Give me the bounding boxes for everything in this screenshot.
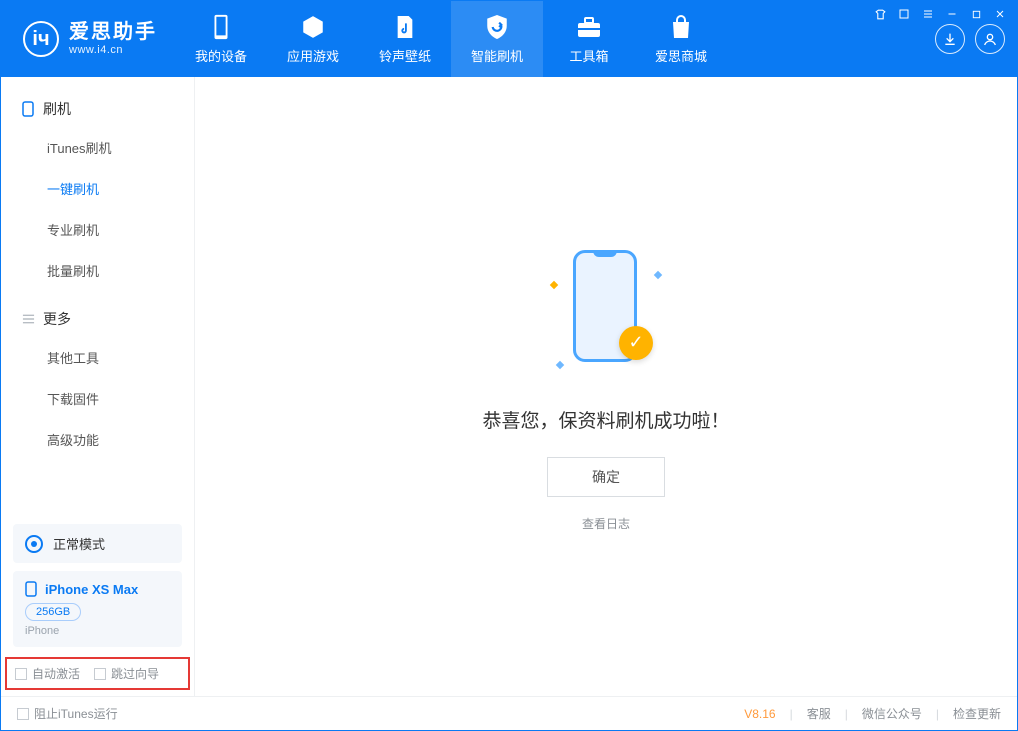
version-label: V8.16 — [744, 707, 775, 721]
footer-link-support[interactable]: 客服 — [807, 705, 831, 722]
ok-button[interactable]: 确定 — [547, 457, 665, 497]
sidebar-item-batch-flash[interactable]: 批量刷机 — [47, 250, 194, 291]
nav-label: 铃声壁纸 — [379, 46, 431, 65]
cube-icon — [300, 14, 326, 40]
nav-store[interactable]: 爱思商城 — [635, 1, 727, 77]
device-type: iPhone — [25, 625, 170, 637]
nav-label: 工具箱 — [569, 46, 608, 65]
device-card[interactable]: iPhone XS Max 256GB iPhone — [13, 571, 182, 647]
body: 刷机 iTunes刷机 一键刷机 专业刷机 批量刷机 更多 其他工具 下载固件 … — [1, 77, 1017, 696]
phone-outline-icon — [25, 581, 37, 597]
device-name: iPhone XS Max — [45, 582, 138, 597]
sidebar-item-pro-flash[interactable]: 专业刷机 — [47, 209, 194, 250]
header-bar: iч 爱思助手 www.i4.cn 我的设备 应用游戏 铃声壁纸 智能刷机 — [1, 1, 1017, 77]
nav-label: 爱思商城 — [655, 46, 707, 65]
checkbox-auto-activate[interactable]: 自动激活 — [15, 665, 80, 682]
checkbox-label: 自动激活 — [32, 665, 80, 682]
nav-my-device[interactable]: 我的设备 — [175, 1, 267, 77]
logo[interactable]: iч 爱思助手 www.i4.cn — [1, 1, 175, 77]
top-nav: 我的设备 应用游戏 铃声壁纸 智能刷机 工具箱 爱思商城 — [175, 1, 727, 77]
footer-bar: 阻止iTunes运行 V8.16 | 客服 | 微信公众号 | 检查更新 — [1, 696, 1017, 730]
sidebar-item-other-tools[interactable]: 其他工具 — [47, 337, 194, 378]
download-button[interactable] — [935, 24, 965, 54]
checkbox-label: 阻止iTunes运行 — [34, 705, 118, 722]
app-site: www.i4.cn — [69, 44, 157, 57]
app-title: 爱思助手 — [69, 21, 157, 44]
device-mode-card[interactable]: 正常模式 — [13, 524, 182, 563]
app-window: iч 爱思助手 www.i4.cn 我的设备 应用游戏 铃声壁纸 智能刷机 — [0, 0, 1018, 731]
checkbox-skip-guide[interactable]: 跳过向导 — [94, 665, 159, 682]
nav-apps-games[interactable]: 应用游戏 — [267, 1, 359, 77]
menu-icon[interactable] — [921, 7, 935, 21]
checkbox-label: 跳过向导 — [111, 665, 159, 682]
nav-label: 我的设备 — [195, 46, 247, 65]
footer-link-update[interactable]: 检查更新 — [953, 705, 1001, 722]
close-icon[interactable] — [993, 7, 1007, 21]
list-icon — [21, 312, 35, 326]
phone-small-icon — [21, 102, 35, 116]
titlebar-controls — [873, 7, 1007, 21]
account-button[interactable] — [975, 24, 1005, 54]
view-log-link[interactable]: 查看日志 — [582, 515, 630, 532]
device-icon — [208, 14, 234, 40]
success-message: 恭喜您，保资料刷机成功啦！ — [482, 406, 729, 433]
flash-result: ✓ 恭喜您，保资料刷机成功啦！ 确定 查看日志 — [482, 242, 729, 532]
sidebar-item-oneclick-flash[interactable]: 一键刷机 — [47, 168, 194, 209]
sidebar-item-advanced[interactable]: 高级功能 — [47, 419, 194, 460]
logo-icon: iч — [23, 21, 59, 57]
nav-label: 应用游戏 — [287, 46, 339, 65]
sidebar: 刷机 iTunes刷机 一键刷机 专业刷机 批量刷机 更多 其他工具 下载固件 … — [1, 77, 195, 696]
device-storage-badge: 256GB — [25, 603, 81, 621]
check-badge-icon: ✓ — [619, 326, 653, 360]
flash-options-highlight: 自动激活 跳过向导 — [5, 657, 190, 690]
main-content: ✓ 恭喜您，保资料刷机成功啦！ 确定 查看日志 — [195, 77, 1017, 696]
sidebar-item-download-firmware[interactable]: 下载固件 — [47, 378, 194, 419]
music-file-icon — [392, 14, 418, 40]
bag-icon — [668, 14, 694, 40]
nav-toolbox[interactable]: 工具箱 — [543, 1, 635, 77]
sidebar-section-flash[interactable]: 刷机 — [1, 91, 194, 127]
success-illustration: ✓ — [551, 242, 661, 382]
nav-smart-flash[interactable]: 智能刷机 — [451, 1, 543, 77]
sidebar-section-more[interactable]: 更多 — [1, 301, 194, 337]
minimize-icon[interactable] — [945, 7, 959, 21]
nav-ringtones[interactable]: 铃声壁纸 — [359, 1, 451, 77]
sidebar-item-itunes-flash[interactable]: iTunes刷机 — [47, 127, 194, 168]
section-title: 刷机 — [43, 99, 71, 119]
status-dot-icon — [25, 535, 43, 553]
footer-link-wechat[interactable]: 微信公众号 — [862, 705, 922, 722]
tshirt-icon[interactable] — [873, 7, 887, 21]
toolbox-icon — [576, 14, 602, 40]
skin-icon[interactable] — [897, 7, 911, 21]
device-mode-label: 正常模式 — [53, 534, 105, 553]
nav-label: 智能刷机 — [471, 46, 523, 65]
section-title: 更多 — [43, 309, 71, 329]
refresh-shield-icon — [484, 14, 510, 40]
maximize-icon[interactable] — [969, 7, 983, 21]
checkbox-block-itunes[interactable]: 阻止iTunes运行 — [17, 705, 118, 722]
